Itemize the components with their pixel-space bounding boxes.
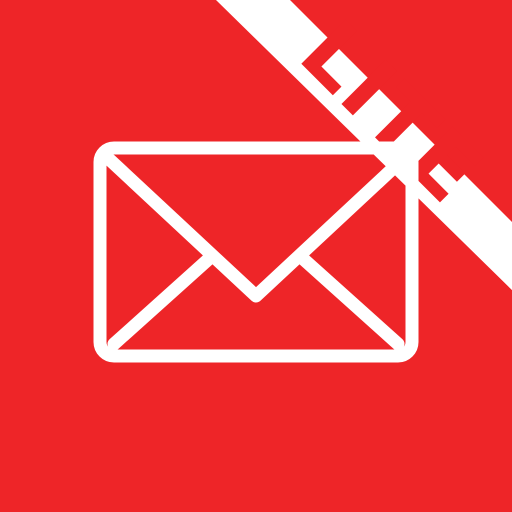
icon-background — [0, 0, 512, 512]
app-icon: LITE — [0, 0, 512, 512]
app-icon-graphic: LITE — [0, 0, 512, 512]
